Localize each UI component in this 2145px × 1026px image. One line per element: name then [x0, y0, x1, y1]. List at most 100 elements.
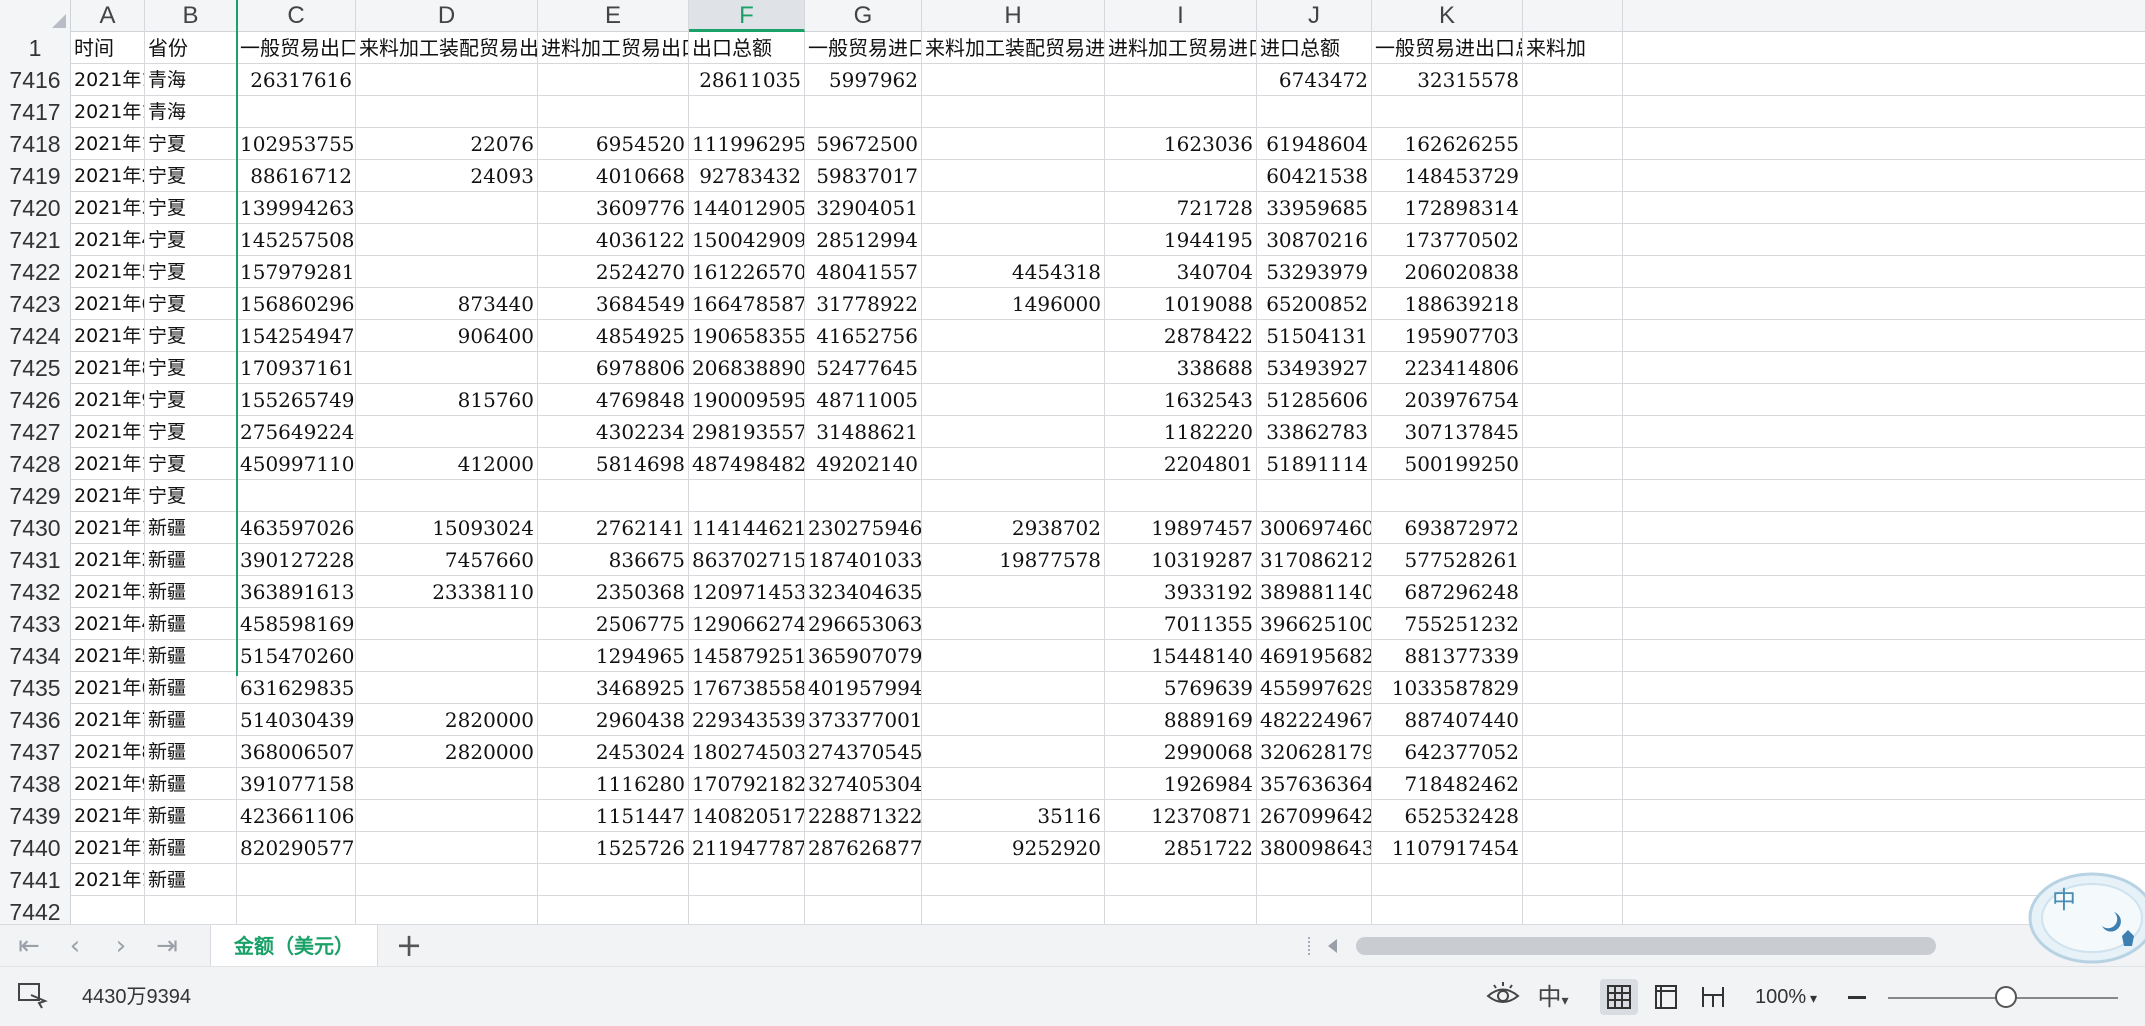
table-cell[interactable]: 327405304 — [805, 768, 922, 800]
table-cell[interactable]: 195907703 — [1372, 320, 1523, 352]
table-cell[interactable] — [689, 480, 805, 512]
table-cell[interactable]: 15448140 — [1105, 640, 1257, 672]
row-number[interactable]: 7420 — [0, 192, 71, 224]
table-cell[interactable]: 687296248 — [1372, 576, 1523, 608]
table-cell[interactable]: 61948604 — [1257, 128, 1372, 160]
table-cell[interactable]: 515470260 — [237, 640, 356, 672]
table-cell[interactable]: 宁夏 — [145, 288, 237, 320]
column-title-cell[interactable]: 一般贸易进出口总数 — [1372, 32, 1523, 64]
column-title-cell[interactable]: 时间 — [71, 32, 145, 64]
table-cell[interactable]: 487498482 — [689, 448, 805, 480]
table-cell[interactable]: 1033587829 — [1372, 672, 1523, 704]
table-cell[interactable]: 881377339 — [1372, 640, 1523, 672]
table-cell[interactable]: 1294965 — [538, 640, 689, 672]
row-number[interactable]: 7423 — [0, 288, 71, 320]
table-cell[interactable] — [356, 768, 538, 800]
table-cell[interactable] — [1523, 64, 1623, 96]
table-cell[interactable] — [356, 832, 538, 864]
table-cell[interactable] — [356, 352, 538, 384]
table-cell[interactable]: 新疆 — [145, 544, 237, 576]
table-cell[interactable]: 26317616 — [237, 64, 356, 96]
normal-view-button[interactable] — [1600, 979, 1638, 1015]
table-cell[interactable]: 154254947 — [237, 320, 356, 352]
table-cell[interactable] — [237, 480, 356, 512]
table-cell[interactable]: 365907079 — [805, 640, 922, 672]
column-title-cell[interactable]: 一般贸易进口额 — [805, 32, 922, 64]
table-cell[interactable]: 2021年3月 — [71, 192, 145, 224]
zoom-level[interactable]: 100% ▾ — [1755, 981, 1817, 1014]
table-cell[interactable] — [922, 608, 1105, 640]
table-cell[interactable]: 1767385585 — [689, 672, 805, 704]
table-cell[interactable]: 2453024 — [538, 736, 689, 768]
table-cell[interactable]: 2021年4月 — [71, 224, 145, 256]
table-cell[interactable]: 755251232 — [1372, 608, 1523, 640]
column-title-cell[interactable]: 进料加工贸易出口额 — [538, 32, 689, 64]
table-cell[interactable] — [1523, 832, 1623, 864]
row-number[interactable]: 7436 — [0, 704, 71, 736]
row-number[interactable]: 7422 — [0, 256, 71, 288]
table-cell[interactable]: 2119477874 — [689, 832, 805, 864]
table-cell[interactable]: 28512994 — [805, 224, 922, 256]
table-cell[interactable]: 32904051 — [805, 192, 922, 224]
first-sheet-button[interactable]: ⇤ — [14, 931, 44, 961]
table-cell[interactable]: 287626877 — [805, 832, 922, 864]
table-cell[interactable]: 307137845 — [1372, 416, 1523, 448]
column-title-cell[interactable]: 出口总额 — [689, 32, 805, 64]
column-header-H[interactable]: H — [922, 0, 1105, 32]
table-cell[interactable]: 3933192 — [1105, 576, 1257, 608]
column-title-cell[interactable]: 进料加工贸易进口额 — [1105, 32, 1257, 64]
table-cell[interactable]: 2021年12月 — [71, 480, 145, 512]
table-cell[interactable]: 338688 — [1105, 352, 1257, 384]
table-cell[interactable] — [1523, 576, 1623, 608]
table-cell[interactable]: 514030439 — [237, 704, 356, 736]
table-cell[interactable]: 631629835 — [237, 672, 356, 704]
table-cell[interactable]: 35116 — [922, 800, 1105, 832]
table-cell[interactable]: 新疆 — [145, 640, 237, 672]
table-cell[interactable] — [1523, 640, 1623, 672]
zoom-out-button[interactable] — [1848, 996, 1866, 999]
table-cell[interactable]: 1141446212 — [689, 512, 805, 544]
column-title-cell[interactable]: 来料加工装配贸易出口额 — [356, 32, 538, 64]
table-cell[interactable]: 300697460 — [1257, 512, 1372, 544]
table-cell[interactable]: 53293979 — [1257, 256, 1372, 288]
table-cell[interactable]: 144012905 — [689, 192, 805, 224]
table-cell[interactable] — [1105, 64, 1257, 96]
table-cell[interactable]: 宁夏 — [145, 448, 237, 480]
table-cell[interactable]: 1632543 — [1105, 384, 1257, 416]
table-cell[interactable] — [1523, 288, 1623, 320]
table-cell[interactable]: 青海 — [145, 64, 237, 96]
table-cell[interactable]: 469195682 — [1257, 640, 1372, 672]
table-cell[interactable] — [922, 320, 1105, 352]
table-cell[interactable]: 145257508 — [237, 224, 356, 256]
table-cell[interactable] — [922, 640, 1105, 672]
table-cell[interactable] — [1523, 800, 1623, 832]
table-cell[interactable]: 2350368 — [538, 576, 689, 608]
column-header-J[interactable]: J — [1257, 0, 1372, 32]
table-cell[interactable] — [356, 672, 538, 704]
table-cell[interactable]: 33862783 — [1257, 416, 1372, 448]
page-break-button[interactable] — [1694, 979, 1732, 1015]
row-number[interactable]: 7433 — [0, 608, 71, 640]
table-cell[interactable] — [922, 736, 1105, 768]
table-cell[interactable]: 577528261 — [1372, 544, 1523, 576]
table-cell[interactable]: 4010668 — [538, 160, 689, 192]
table-cell[interactable]: 新疆 — [145, 608, 237, 640]
row-number[interactable]: 7427 — [0, 416, 71, 448]
table-cell[interactable]: 482224967 — [1257, 704, 1372, 736]
table-cell[interactable]: 2021年9月 — [71, 384, 145, 416]
table-cell[interactable]: 2021年1月 — [71, 512, 145, 544]
table-cell[interactable] — [1523, 544, 1623, 576]
table-cell[interactable]: 873440 — [356, 288, 538, 320]
table-cell[interactable] — [538, 96, 689, 128]
row-number[interactable]: 7439 — [0, 800, 71, 832]
table-cell[interactable]: 396625100 — [1257, 608, 1372, 640]
table-cell[interactable]: 173770502 — [1372, 224, 1523, 256]
table-cell[interactable]: 1458792513 — [689, 640, 805, 672]
table-cell[interactable] — [1523, 320, 1623, 352]
table-cell[interactable] — [356, 64, 538, 96]
table-cell[interactable]: 宁夏 — [145, 192, 237, 224]
table-cell[interactable]: 1182220 — [1105, 416, 1257, 448]
table-cell[interactable] — [1523, 480, 1623, 512]
table-cell[interactable]: 2021年5月 — [71, 640, 145, 672]
table-cell[interactable]: 274370545 — [805, 736, 922, 768]
